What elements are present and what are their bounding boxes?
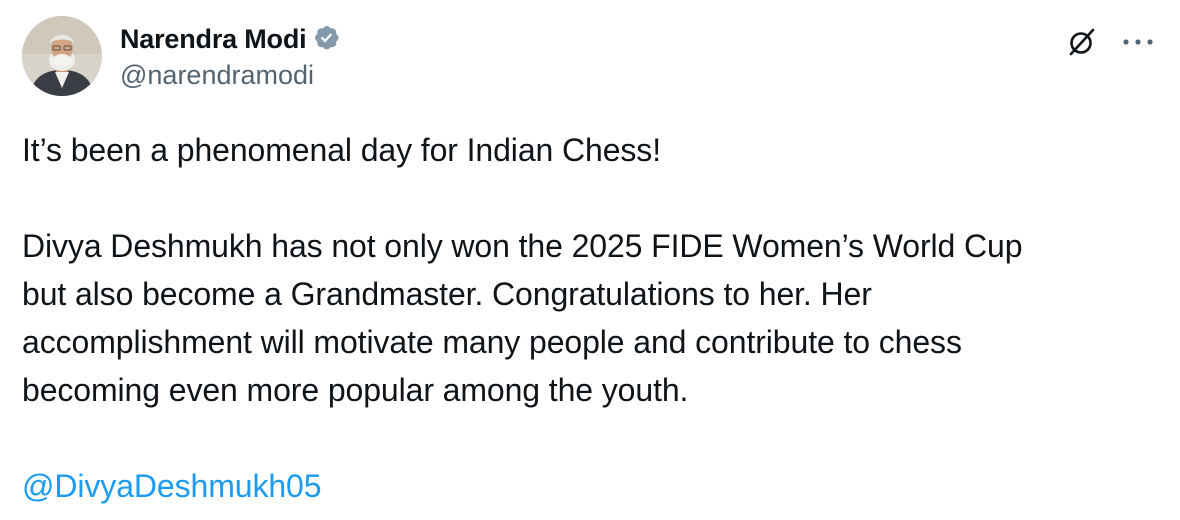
- avatar[interactable]: [22, 16, 102, 96]
- author-display-name[interactable]: Narendra Modi: [120, 24, 307, 55]
- tweet-paragraph-1: It’s been a phenomenal day for Indian Ch…: [22, 132, 661, 168]
- header-actions: [1064, 24, 1158, 60]
- tweet-paragraph-2-line-2: but also become a Grandmaster. Congratul…: [22, 276, 872, 312]
- grok-icon[interactable]: [1064, 24, 1100, 60]
- author-names: Narendra Modi @narendramodi: [120, 20, 343, 91]
- tweet-paragraph-2-line-3: accomplishment will motivate many people…: [22, 324, 962, 360]
- mention-link[interactable]: @DivyaDeshmukh05: [22, 468, 322, 504]
- tweet-card: Narendra Modi @narendramodi It’s been a …: [0, 0, 1180, 520]
- name-row: Narendra Modi: [120, 20, 343, 58]
- verified-badge-icon[interactable]: [313, 24, 343, 54]
- avatar-image: [22, 16, 102, 96]
- more-horizontal-icon[interactable]: [1118, 24, 1158, 60]
- tweet-paragraph-2-line-1: Divya Deshmukh has not only won the 2025…: [22, 228, 1023, 264]
- tweet-header: Narendra Modi @narendramodi: [22, 16, 1158, 98]
- tweet-paragraph-2-line-4: becoming even more popular among the you…: [22, 372, 689, 408]
- tweet-text: It’s been a phenomenal day for Indian Ch…: [22, 126, 1152, 510]
- author-handle[interactable]: @narendramodi: [120, 60, 343, 91]
